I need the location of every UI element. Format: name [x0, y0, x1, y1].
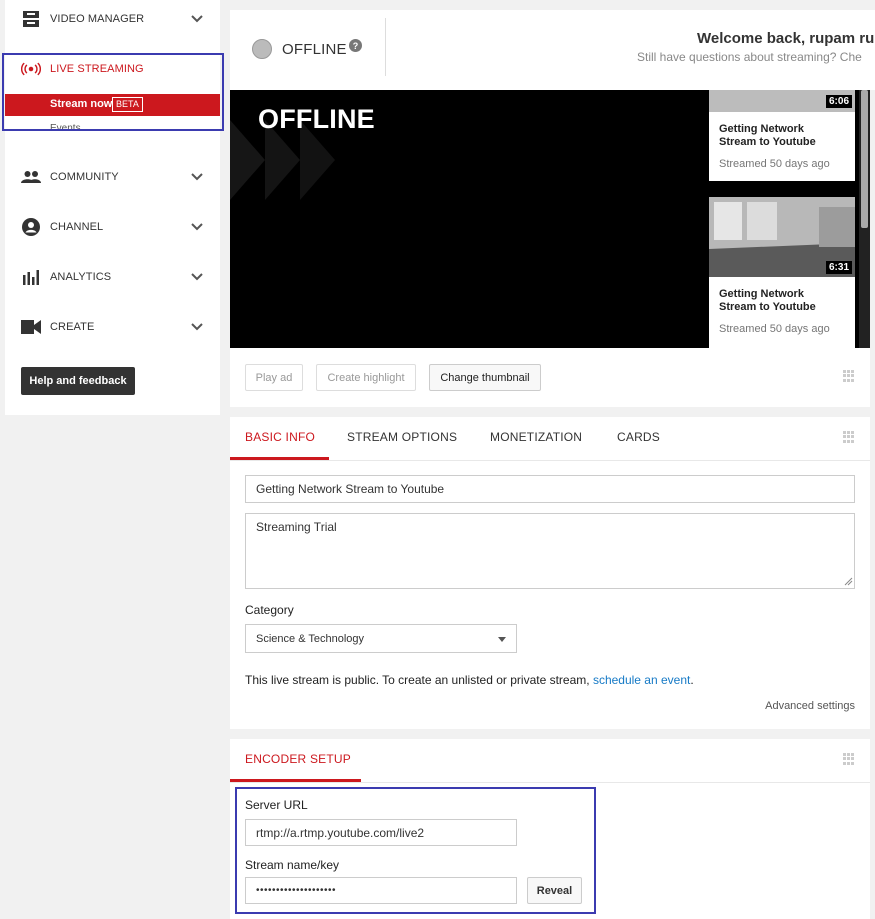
drag-handle-icon[interactable] [843, 753, 855, 765]
change-thumbnail-button[interactable]: Change thumbnail [429, 364, 541, 391]
nav-create-label: CREATE [50, 321, 95, 333]
chevron-down-icon[interactable] [191, 321, 203, 333]
status-indicator-icon [252, 39, 272, 59]
category-selected-value: Science & Technology [256, 632, 365, 645]
help-question-icon[interactable]: ? [349, 39, 362, 52]
annotation-highlight-box [2, 53, 224, 131]
play-ad-button[interactable]: Play ad [245, 364, 303, 391]
player-offline-overlay: OFFLINE [258, 104, 375, 134]
related-video-card[interactable]: 6:31 Getting Network Stream to Youtube S… [709, 197, 855, 348]
nav-video-manager-label: VIDEO MANAGER [50, 13, 145, 25]
video-title: Getting Network Stream to Youtube [719, 123, 816, 148]
nav-analytics[interactable]: ANALYTICS [5, 264, 220, 290]
video-duration: 6:06 [825, 95, 852, 108]
privacy-notice: This live stream is public. To create an… [245, 673, 694, 687]
tab-divider [230, 782, 870, 783]
video-title: Getting Network Stream to Youtube [719, 288, 816, 313]
nav-community-label: COMMUNITY [50, 171, 119, 183]
nav-video-manager[interactable]: VIDEO MANAGER [5, 6, 220, 32]
chevron-down-icon[interactable] [191, 13, 203, 25]
resize-grip-icon[interactable] [844, 577, 853, 586]
create-highlight-button[interactable]: Create highlight [316, 364, 416, 391]
channel-user-icon [21, 217, 41, 237]
chevron-down-icon[interactable] [191, 271, 203, 283]
nav-channel-label: CHANNEL [50, 221, 104, 233]
category-label: Category [245, 603, 294, 617]
player-card: OFFLINE 6:06 Getting Network Stream to Y… [230, 90, 870, 407]
help-feedback-button[interactable]: Help and feedback [21, 367, 135, 395]
video-thumbnail: 6:31 [709, 197, 855, 277]
video-camera-icon [21, 317, 41, 337]
advanced-settings-link[interactable]: Advanced settings [765, 700, 855, 712]
privacy-notice-text: This live stream is public. To create an… [245, 673, 593, 687]
video-meta: Streamed 50 days ago [719, 158, 830, 170]
community-icon [21, 167, 41, 187]
dropdown-caret-icon [498, 637, 506, 642]
related-videos-scrollbar[interactable] [859, 90, 870, 348]
category-select[interactable]: Science & Technology [245, 624, 517, 653]
status-bar: OFFLINE ? Welcome back, rupam rup Still … [230, 10, 875, 90]
description-textarea[interactable]: Streaming Trial [245, 513, 855, 589]
title-input[interactable]: Getting Network Stream to Youtube [245, 475, 855, 503]
nav-channel[interactable]: CHANNEL [5, 214, 220, 240]
chevron-down-icon[interactable] [191, 171, 203, 183]
scrollbar-thumb[interactable] [861, 90, 868, 228]
drag-handle-icon[interactable] [843, 431, 855, 443]
related-video-card[interactable]: 6:06 Getting Network Stream to Youtube S… [709, 90, 855, 181]
tab-basic-info[interactable]: BASIC INFO [245, 430, 315, 444]
video-duration: 6:31 [825, 261, 852, 274]
basic-info-card: BASIC INFO STREAM OPTIONS MONETIZATION C… [230, 417, 870, 729]
stream-status: OFFLINE [282, 41, 347, 58]
video-manager-icon [21, 9, 41, 29]
nav-analytics-label: ANALYTICS [50, 271, 112, 283]
video-player[interactable]: OFFLINE 6:06 Getting Network Stream to Y… [230, 90, 870, 348]
video-meta: Streamed 50 days ago [719, 323, 830, 335]
tab-encoder-setup[interactable]: ENCODER SETUP [245, 752, 351, 766]
drag-handle-icon[interactable] [843, 370, 855, 382]
streaming-questions-text[interactable]: Still have questions about streaming? Ch… [637, 50, 862, 64]
divider [385, 18, 386, 76]
schedule-event-link[interactable]: schedule an event [593, 673, 690, 687]
tab-monetization[interactable]: MONETIZATION [490, 430, 582, 444]
privacy-notice-end: . [690, 673, 694, 687]
analytics-bars-icon [21, 267, 41, 287]
tab-stream-options[interactable]: STREAM OPTIONS [347, 430, 457, 444]
chevron-down-icon[interactable] [191, 221, 203, 233]
nav-create[interactable]: CREATE [5, 314, 220, 340]
tab-divider [230, 460, 870, 461]
tab-cards[interactable]: CARDS [617, 430, 660, 444]
nav-community[interactable]: COMMUNITY [5, 164, 220, 190]
video-thumbnail: 6:06 [709, 90, 855, 112]
welcome-message: Welcome back, rupam rup [697, 30, 875, 47]
annotation-highlight-box [235, 787, 596, 914]
